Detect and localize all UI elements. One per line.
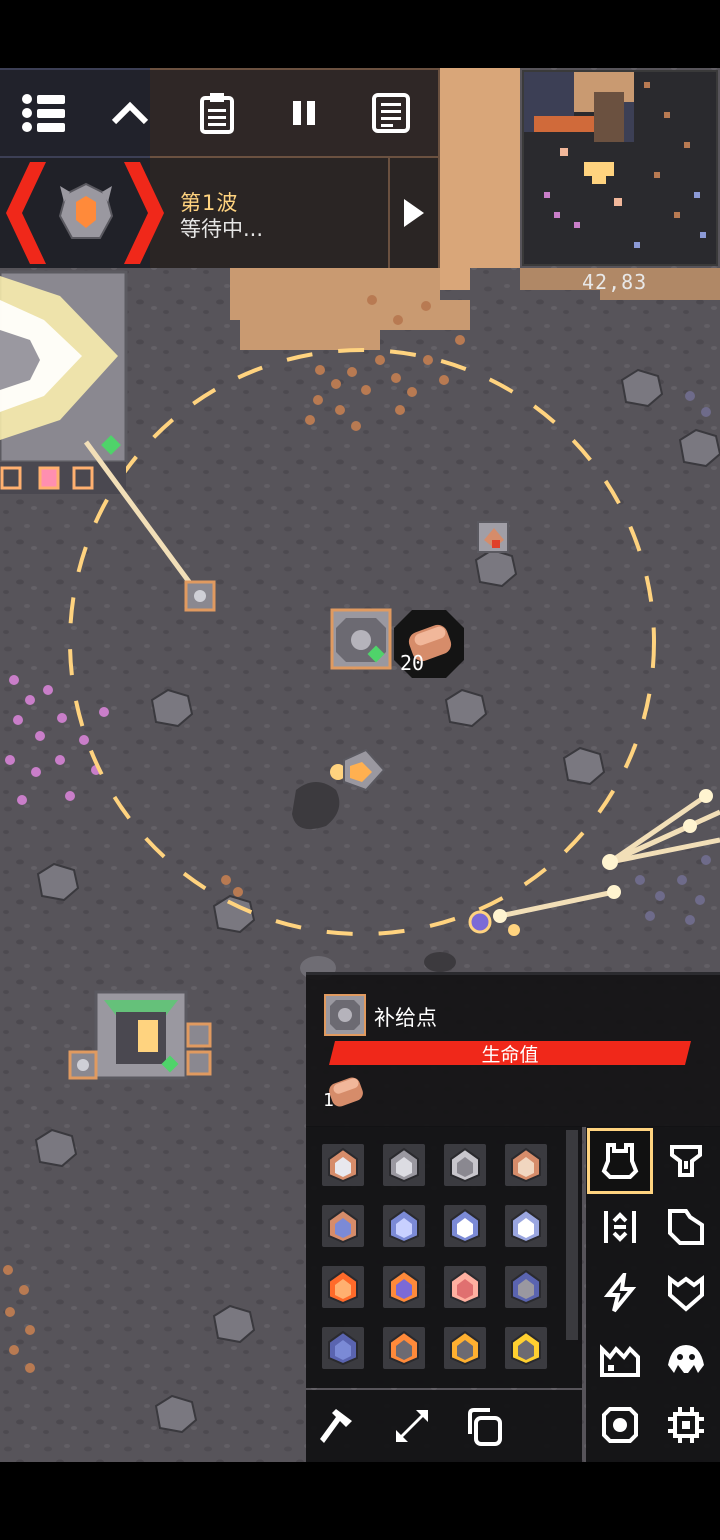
- unit-block-quasar[interactable]: [444, 1205, 486, 1247]
- crawler-icon: [328, 1269, 358, 1305]
- clipboard-icon: [200, 93, 234, 134]
- top-toolbar: [0, 70, 438, 156]
- power-icon: [603, 1273, 637, 1313]
- minimap-canvas: [524, 72, 716, 264]
- production-icon: [600, 1344, 640, 1377]
- category-effect[interactable]: [587, 1392, 653, 1458]
- status-bar-area: [0, 0, 720, 68]
- defense-icon: [668, 1275, 704, 1312]
- build-tools: [306, 1390, 582, 1462]
- item-count: 1: [323, 1090, 334, 1111]
- unit-block-atrax[interactable]: [383, 1266, 425, 1308]
- minimap[interactable]: [522, 70, 718, 266]
- fortress-icon: [450, 1147, 480, 1183]
- hammer-icon[interactable]: [318, 1405, 360, 1447]
- block-name: 补给点: [374, 1006, 437, 1030]
- category-defense[interactable]: [653, 1260, 719, 1326]
- pause-icon: [293, 101, 315, 125]
- database-button[interactable]: [356, 77, 426, 149]
- category-liquid[interactable]: [653, 1326, 719, 1392]
- category-distribution[interactable]: [587, 1194, 653, 1260]
- logic-icon: [668, 1407, 704, 1443]
- unit-grid: [322, 1144, 547, 1369]
- wave-status: 等待中...: [180, 217, 264, 241]
- supply-point-icon: [324, 994, 366, 1036]
- dagger-icon: [328, 1147, 358, 1183]
- expand-icon[interactable]: [392, 1406, 432, 1446]
- core-shard[interactable]: [0, 270, 128, 494]
- unit-block-crawler[interactable]: [322, 1266, 364, 1308]
- category-turret[interactable]: [653, 1128, 719, 1194]
- health-label: 生命值: [481, 1043, 539, 1066]
- antumbra-icon: [511, 1330, 541, 1366]
- distribution-icon: [604, 1211, 636, 1243]
- collapse-button[interactable]: [95, 77, 165, 149]
- enemy-wave-icon: [6, 162, 164, 264]
- vela-icon: [511, 1208, 541, 1244]
- unit-block-vela[interactable]: [505, 1205, 547, 1247]
- nova-icon: [328, 1208, 358, 1244]
- unit-block-dagger[interactable]: [322, 1144, 364, 1186]
- effect-icon: [602, 1407, 638, 1443]
- unit-block-fortress[interactable]: [444, 1144, 486, 1186]
- zenith-icon: [450, 1330, 480, 1366]
- mace-icon: [389, 1147, 419, 1183]
- unit-block-flare[interactable]: [322, 1327, 364, 1369]
- supply-point-block[interactable]: [330, 608, 392, 670]
- crafting-icon: [668, 1209, 704, 1245]
- category-panel: [586, 1126, 720, 1462]
- database-icon: [372, 93, 410, 133]
- category-crafting[interactable]: [653, 1194, 719, 1260]
- category-units[interactable]: [587, 1128, 653, 1194]
- unit-block-arkyid[interactable]: [505, 1266, 547, 1308]
- enemy-unit[interactable]: [477, 521, 509, 553]
- units-icon: [601, 1143, 639, 1179]
- horizon-icon: [389, 1330, 419, 1366]
- menu-icon: [22, 94, 65, 132]
- core-item-count: 20: [400, 651, 424, 675]
- unit-block-pulsar[interactable]: [383, 1205, 425, 1247]
- unit-block-scepter[interactable]: [505, 1144, 547, 1186]
- navigation-bar-area: [0, 1462, 720, 1540]
- pulsar-icon: [389, 1208, 419, 1244]
- chevron-up-icon: [111, 101, 149, 125]
- unit-block-mace[interactable]: [383, 1144, 425, 1186]
- unit-block-zenith[interactable]: [444, 1327, 486, 1369]
- arkyid-icon: [511, 1269, 541, 1305]
- unit-block-list: [306, 1126, 582, 1388]
- atrax-icon: [389, 1269, 419, 1305]
- power-node[interactable]: [184, 580, 216, 612]
- unit-block-horizon[interactable]: [383, 1327, 425, 1369]
- copy-icon[interactable]: [464, 1406, 504, 1446]
- pause-button[interactable]: [269, 77, 339, 149]
- category-power[interactable]: [587, 1260, 653, 1326]
- play-icon: [404, 199, 424, 227]
- objectives-button[interactable]: [182, 77, 252, 149]
- quasar-icon: [450, 1208, 480, 1244]
- health-bar: 生命值: [329, 1041, 691, 1065]
- category-production[interactable]: [587, 1326, 653, 1392]
- unit-block-antumbra[interactable]: [505, 1327, 547, 1369]
- cursor-coordinates: 42,83: [582, 270, 648, 294]
- category-logic[interactable]: [653, 1392, 719, 1458]
- skip-wave-button[interactable]: [390, 158, 438, 268]
- scepter-icon: [511, 1147, 541, 1183]
- liquid-icon: [668, 1345, 704, 1373]
- turret-icon: [670, 1145, 702, 1177]
- spiroct-icon: [450, 1269, 480, 1305]
- flare-icon: [328, 1330, 358, 1366]
- scrollbar[interactable]: [566, 1130, 578, 1340]
- unit-block-nova[interactable]: [322, 1205, 364, 1247]
- menu-button[interactable]: [8, 77, 78, 149]
- unit-block-spiroct[interactable]: [444, 1266, 486, 1308]
